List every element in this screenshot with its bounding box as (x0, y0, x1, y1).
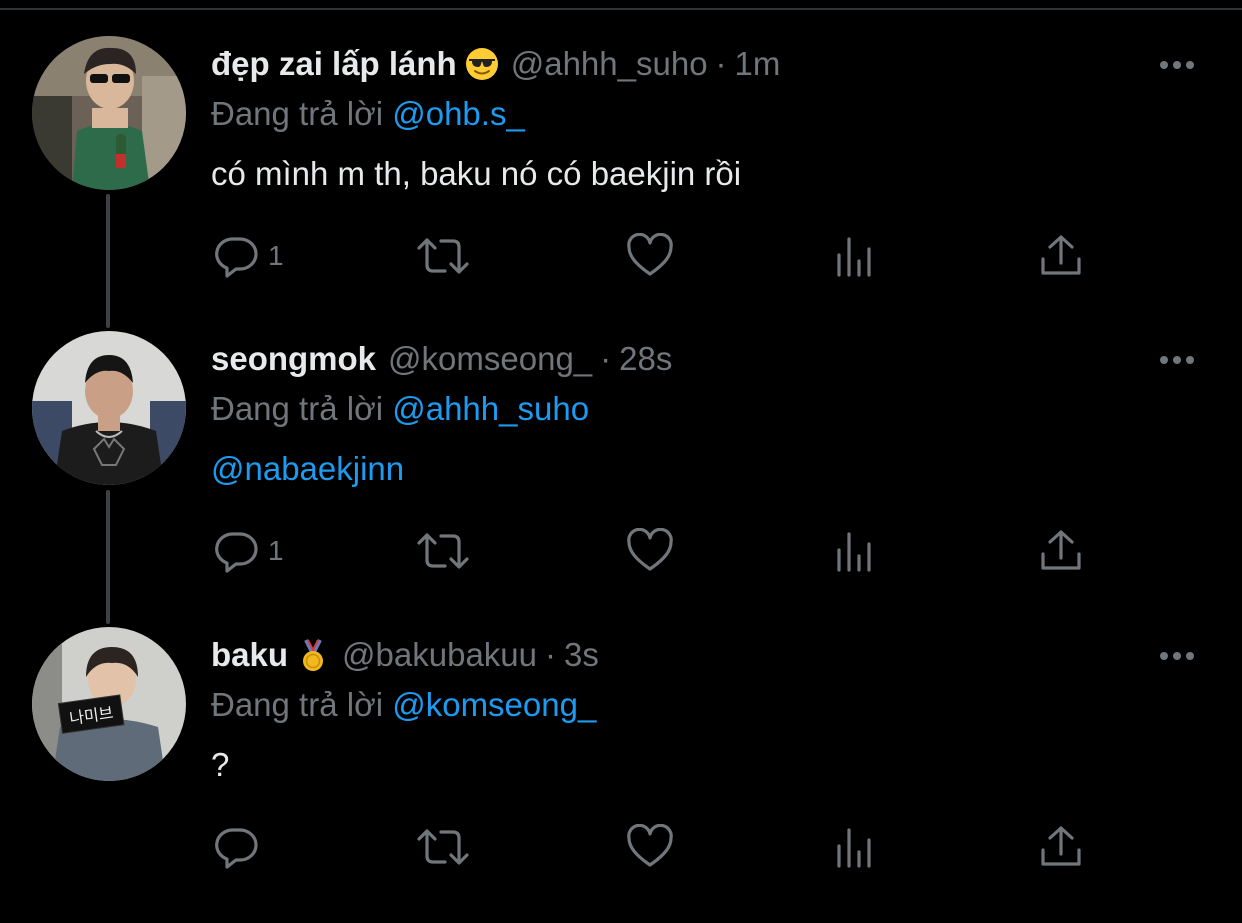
user-handle[interactable]: @komseong_ (388, 339, 592, 379)
tweet-text: ? (211, 746, 230, 783)
tweet-2[interactable]: seongmok @komseong_ · 28s Đang trả lời @… (0, 331, 1242, 627)
reply-button[interactable] (214, 823, 268, 871)
avatar-photo-1 (32, 36, 186, 190)
tweet-text: có mình m th, baku nó có baekjin rồi (211, 155, 742, 192)
heart-icon (627, 824, 673, 867)
replying-to-line: Đang trả lời @komseong_ (211, 685, 596, 725)
views-bar-chart-icon (837, 237, 871, 277)
replying-to-mention[interactable]: @komseong_ (392, 686, 596, 723)
views-bar-chart-icon (837, 828, 871, 868)
heart-icon (627, 233, 673, 276)
like-button[interactable] (626, 823, 674, 871)
retweet-button[interactable] (415, 232, 471, 280)
top-divider (0, 8, 1242, 10)
reply-count: 1 (268, 240, 284, 271)
reply-bubble-icon (215, 237, 258, 278)
share-upload-icon (1041, 530, 1081, 570)
timestamp[interactable]: 28s (619, 339, 672, 379)
share-button[interactable] (1038, 527, 1084, 575)
more-dots-icon[interactable] (1160, 58, 1200, 72)
replying-prefix: Đang trả lời (211, 686, 384, 723)
tweet-header: seongmok @komseong_ · 28s (211, 339, 672, 379)
separator-dot: · (600, 340, 612, 377)
like-button[interactable] (626, 232, 674, 280)
tweet-header: baku @bakubakuu · 3s (211, 635, 599, 675)
user-handle[interactable]: @bakubakuu (342, 635, 537, 675)
retweet-icon (417, 238, 469, 274)
tweet-actions (0, 823, 1242, 871)
share-upload-icon (1041, 235, 1081, 275)
replying-prefix: Đang trả lời (211, 390, 384, 427)
display-name[interactable]: seongmok (211, 339, 376, 379)
replying-to-line: Đang trả lời @ohb.s_ (211, 94, 525, 134)
share-button[interactable] (1038, 232, 1084, 280)
tweet-actions: 1 (0, 527, 1242, 575)
retweet-icon (417, 533, 469, 569)
avatar-ahhh-suho[interactable] (32, 36, 186, 190)
reply-button[interactable]: 1 (214, 527, 284, 575)
retweet-button[interactable] (415, 527, 471, 575)
retweet-button[interactable] (415, 823, 471, 871)
sunglasses-emoji-icon (465, 48, 498, 80)
tweet-text-mention[interactable]: @nabaekjinn (211, 449, 404, 489)
heart-icon (627, 528, 673, 571)
more-dots-icon[interactable] (1160, 353, 1200, 367)
tweet-actions: 1 (0, 232, 1242, 280)
views-button[interactable] (834, 232, 878, 280)
views-bar-chart-icon (837, 532, 871, 572)
reply-button[interactable]: 1 (214, 232, 284, 280)
share-button[interactable] (1038, 823, 1084, 871)
timestamp[interactable]: 1m (735, 44, 781, 84)
user-handle[interactable]: @ahhh_suho (511, 44, 708, 84)
avatar-photo-2 (32, 331, 186, 485)
medal-emoji-icon (303, 639, 324, 671)
replying-to-mention[interactable]: @ahhh_suho (392, 390, 589, 427)
replying-prefix: Đang trả lời (211, 95, 384, 132)
avatar-photo-3: 나미브 (32, 627, 186, 781)
share-upload-icon (1041, 826, 1081, 866)
replying-to-line: Đang trả lời @ahhh_suho (211, 389, 589, 429)
views-button[interactable] (834, 527, 878, 575)
tweet-1[interactable]: đẹp zai lấp lánh @ahhh_suho · 1m Đang tr… (0, 36, 1242, 332)
avatar-komseong[interactable] (32, 331, 186, 485)
more-dots-icon[interactable] (1160, 649, 1200, 663)
reply-count: 1 (268, 535, 284, 566)
separator-dot: · (715, 45, 727, 82)
reply-bubble-icon (215, 828, 258, 869)
views-button[interactable] (834, 823, 878, 871)
replying-to-mention[interactable]: @ohb.s_ (392, 95, 525, 132)
separator-dot: · (545, 636, 557, 673)
tweet-header: đẹp zai lấp lánh @ahhh_suho · 1m (211, 44, 780, 84)
timestamp[interactable]: 3s (564, 635, 599, 675)
display-name[interactable]: đẹp zai lấp lánh (211, 44, 457, 84)
display-name[interactable]: baku (211, 635, 288, 675)
tweet-3[interactable]: 나미브 baku @bakubakuu · 3s Đang trả lời @k… (0, 627, 1242, 923)
retweet-icon (417, 829, 469, 865)
reply-bubble-icon (215, 532, 258, 573)
like-button[interactable] (626, 527, 674, 575)
avatar-bakubakuu[interactable]: 나미브 (32, 627, 186, 781)
